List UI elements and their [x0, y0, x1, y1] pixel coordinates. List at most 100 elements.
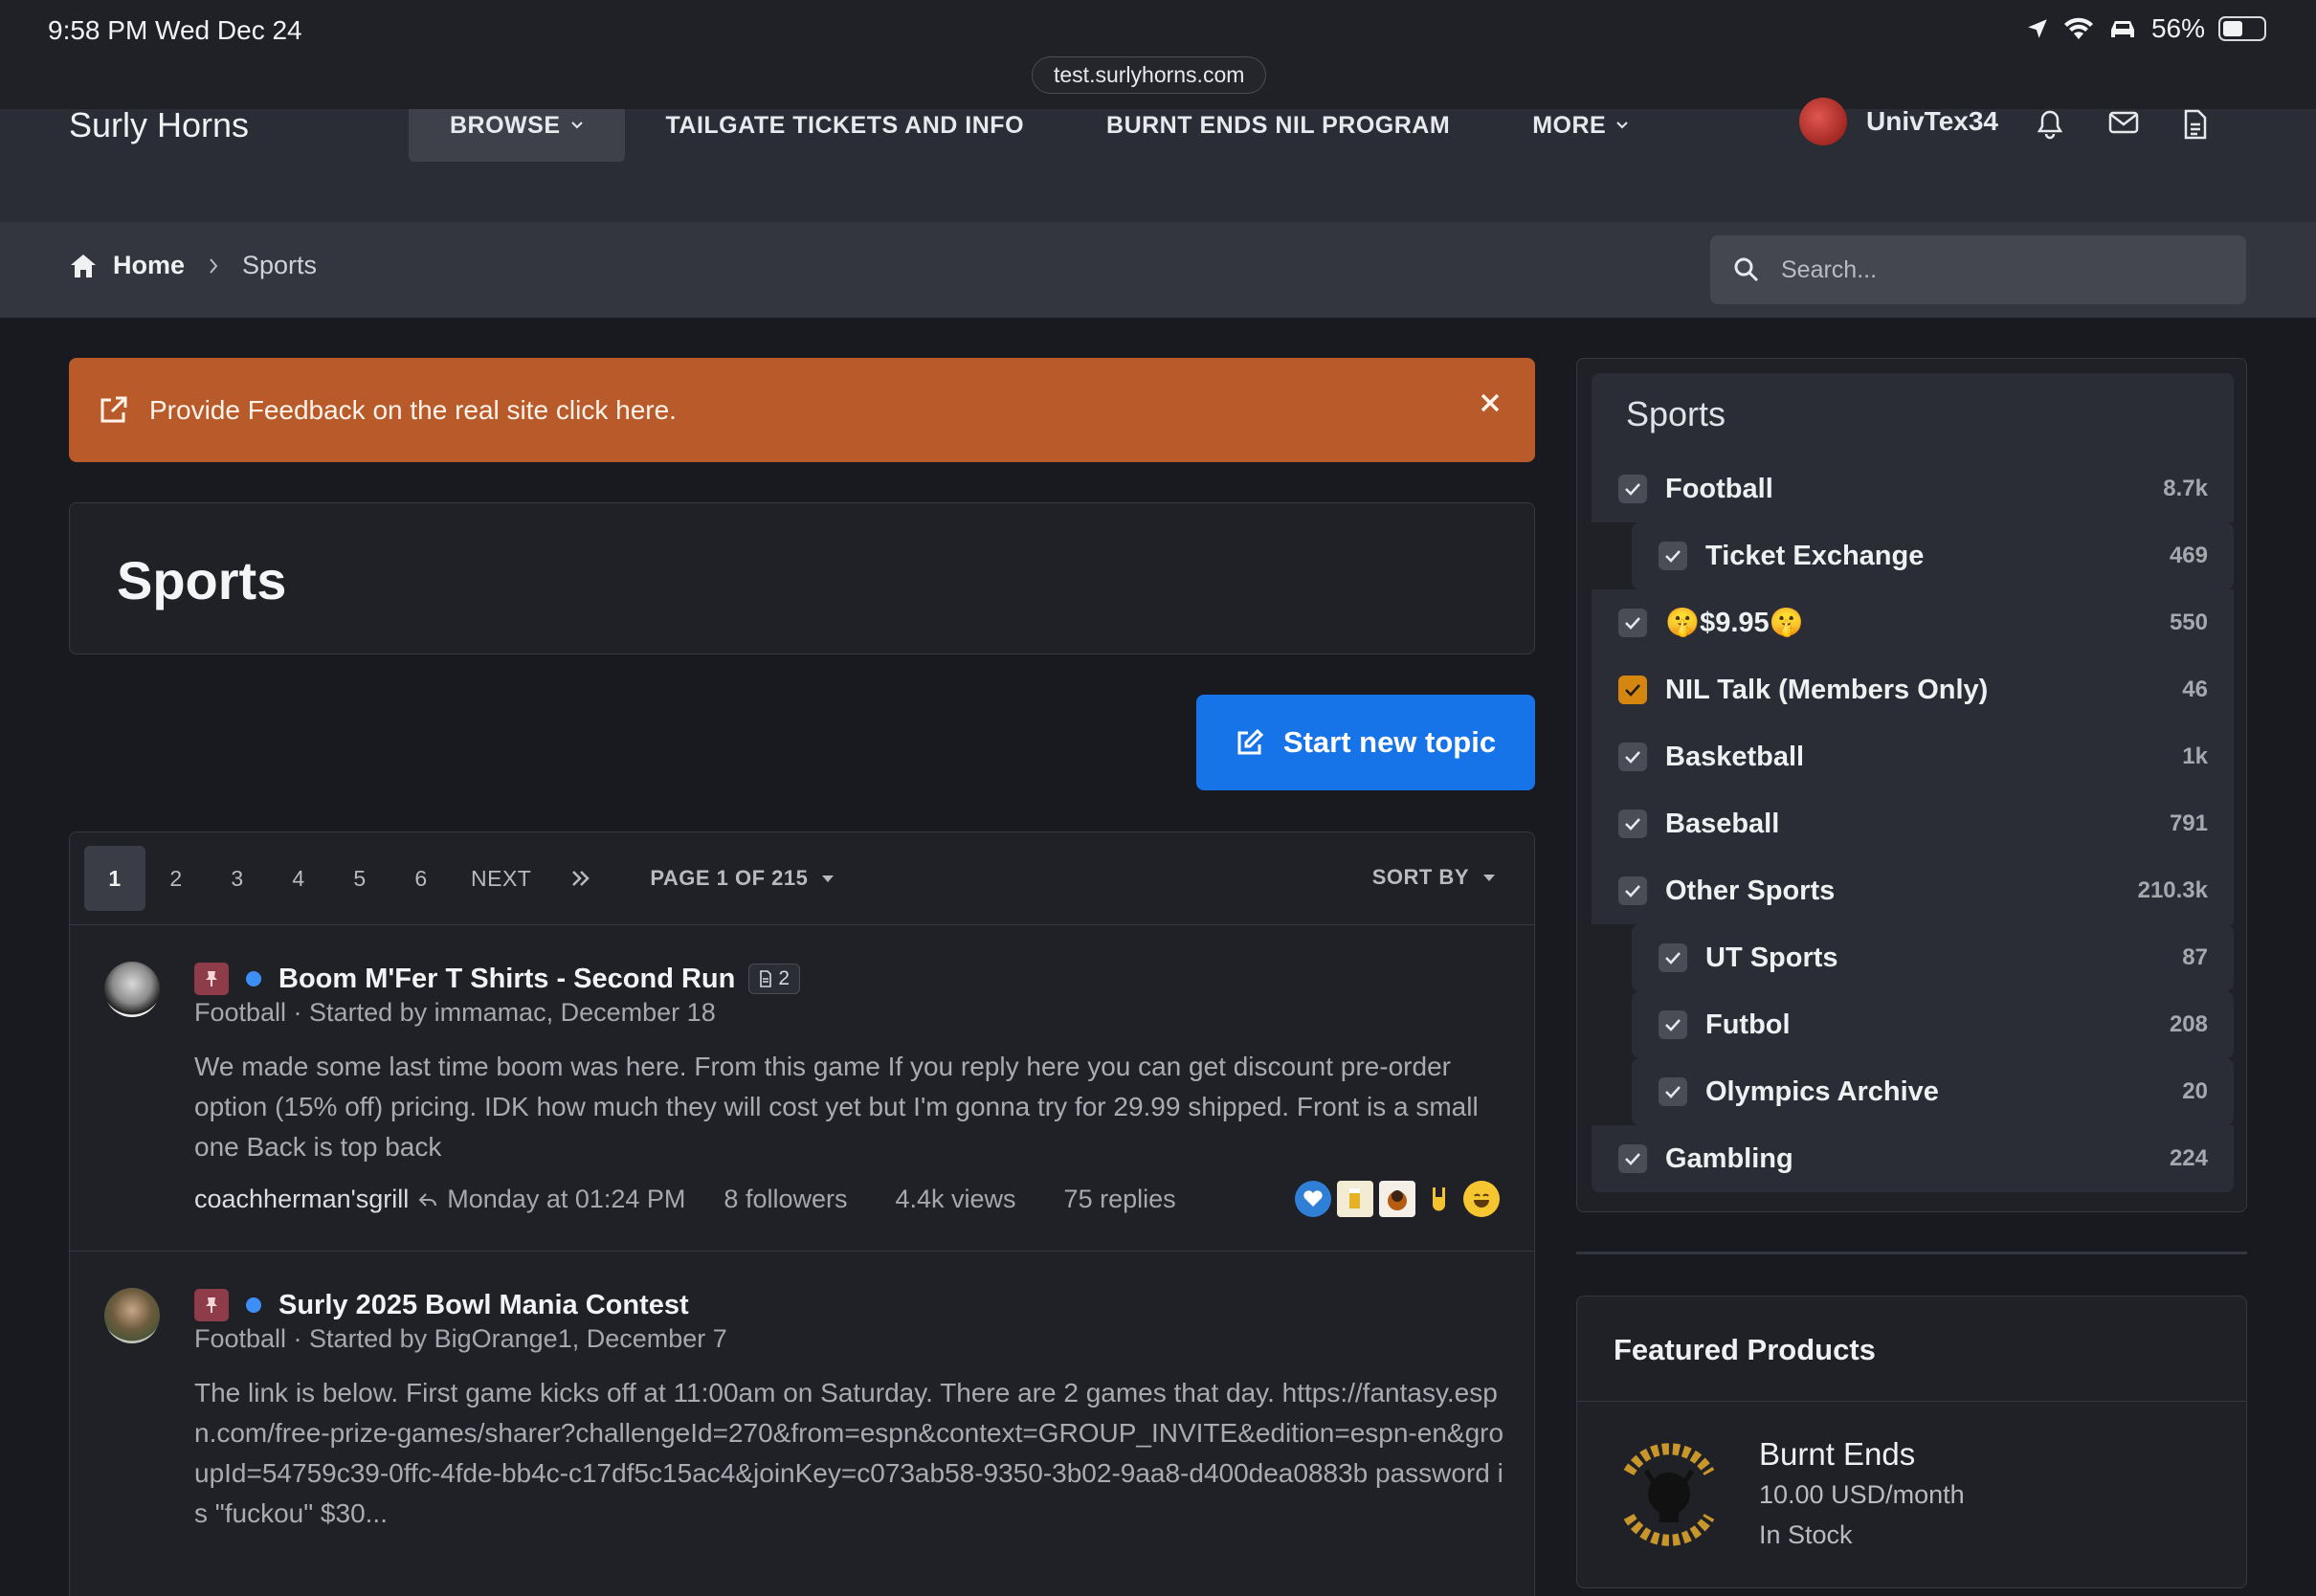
- sidebar-item-995[interactable]: 🤫$9.95🤫 550: [1592, 589, 2234, 656]
- topic-title[interactable]: Boom M'Fer T Shirts - Second Run: [278, 964, 735, 995]
- checkbox[interactable]: [1618, 609, 1647, 637]
- page-title: Sports: [117, 550, 287, 610]
- breadcrumb-home[interactable]: Home: [113, 251, 185, 280]
- avatar[interactable]: [104, 1288, 160, 1343]
- avatar[interactable]: [104, 962, 160, 1017]
- topic-stats: coachherman'sgrill Monday at 01:24 PM 8 …: [194, 1181, 1500, 1217]
- list-item[interactable]: Boom M'Fer T Shirts - Second Run 2 Footb…: [70, 925, 1534, 1252]
- sidebar-item-label: Gambling: [1665, 1142, 1793, 1174]
- feedback-banner[interactable]: Provide Feedback on the real site click …: [69, 358, 1535, 462]
- bell-icon[interactable]: [2036, 109, 2064, 140]
- checkbox[interactable]: [1618, 876, 1647, 905]
- nav-tailgate-label: TAILGATE TICKETS AND INFO: [665, 112, 1025, 139]
- sidebar-item-other-sports[interactable]: Other Sports 210.3k: [1592, 857, 2234, 924]
- nav-more[interactable]: MORE: [1491, 109, 1670, 162]
- attachment-count: 2: [778, 967, 791, 989]
- followers-count: 8 followers: [724, 1185, 848, 1213]
- last-reply-time[interactable]: Monday at 01:24 PM: [447, 1185, 685, 1214]
- topic-list: 1 2 3 4 5 6 NEXT PAGE 1 OF 215 SORT BY B…: [69, 831, 1535, 1596]
- sidebar-item-basketball[interactable]: Basketball 1k: [1592, 723, 2234, 790]
- horns-hand-icon: [1421, 1181, 1458, 1217]
- sidebar-item-label: Futbol: [1705, 1009, 1791, 1040]
- sidebar-item-label: Olympics Archive: [1705, 1075, 1939, 1107]
- caret-down-icon: [821, 874, 835, 883]
- unread-indicator: [246, 1297, 261, 1313]
- sort-by[interactable]: SORT BY: [1372, 865, 1496, 890]
- topic-title[interactable]: Surly 2025 Bowl Mania Contest: [278, 1290, 689, 1321]
- nav-burnt-ends-label: BURNT ENDS NIL PROGRAM: [1106, 112, 1451, 139]
- checkbox[interactable]: [1618, 809, 1647, 838]
- chevron-right-icon: [200, 257, 227, 275]
- sidebar-item-football[interactable]: Football 8.7k: [1592, 455, 2234, 522]
- page-jump[interactable]: PAGE 1 OF 215: [650, 866, 835, 891]
- nav-tailgate[interactable]: TAILGATE TICKETS AND INFO: [625, 109, 1066, 162]
- sidebar-item-ticket-exchange[interactable]: Ticket Exchange 469: [1632, 522, 2234, 589]
- page-3[interactable]: 3: [207, 846, 268, 911]
- category-sidebar: Sports Football 8.7k Ticket Exchange 469…: [1576, 358, 2247, 1212]
- home-icon[interactable]: [69, 253, 98, 279]
- sidebar-item-ut-sports[interactable]: UT Sports 87: [1632, 924, 2234, 991]
- attachment-badge: 2: [748, 964, 801, 994]
- sidebar-item-futbol[interactable]: Futbol 208: [1632, 991, 2234, 1058]
- sidebar-item-label: 🤫$9.95🤫: [1665, 608, 1804, 638]
- user-menu[interactable]: UnivTex34: [1799, 98, 1998, 145]
- status-bar: 9:58 PM Wed Dec 24 test.surlyhorns.com 5…: [0, 0, 2316, 109]
- breadcrumb-current[interactable]: Sports: [242, 251, 317, 280]
- checkbox[interactable]: [1618, 1144, 1647, 1173]
- edit-icon: [1236, 728, 1264, 757]
- sidebar-item-nil-talk[interactable]: NIL Talk (Members Only) 46: [1592, 656, 2234, 723]
- nav-browse[interactable]: BROWSE: [409, 109, 625, 162]
- checkbox[interactable]: [1618, 743, 1647, 771]
- checkbox[interactable]: [1659, 1077, 1687, 1106]
- page-header-card: Sports: [69, 502, 1535, 654]
- last-page-icon[interactable]: [550, 846, 612, 911]
- product-card[interactable]: Burnt Ends 10.00 USD/month In Stock: [1577, 1402, 2246, 1584]
- page-5[interactable]: 5: [329, 846, 390, 911]
- page-1[interactable]: 1: [84, 846, 145, 911]
- sidebar-item-count: 8.7k: [2163, 476, 2208, 501]
- page-2[interactable]: 2: [145, 846, 207, 911]
- checkbox[interactable]: [1659, 542, 1687, 570]
- status-time: 9:58 PM Wed Dec 24: [48, 15, 302, 45]
- checkbox[interactable]: [1618, 475, 1647, 503]
- search-input[interactable]: [1781, 255, 2202, 284]
- wifi-icon: [2063, 16, 2094, 41]
- sidebar-item-gambling[interactable]: Gambling 224: [1592, 1125, 2234, 1192]
- document-icon[interactable]: [2183, 109, 2208, 140]
- unread-indicator: [246, 971, 261, 986]
- mail-icon[interactable]: [2108, 109, 2139, 140]
- last-reply-user[interactable]: coachherman'sgrill: [194, 1185, 409, 1214]
- caret-down-icon: [1482, 873, 1496, 882]
- car-icon: [2107, 16, 2138, 41]
- top-navbar: Surly Horns BROWSE TAILGATE TICKETS AND …: [0, 98, 2316, 222]
- page-next[interactable]: NEXT: [452, 846, 550, 911]
- product-name[interactable]: Burnt Ends: [1759, 1436, 1915, 1473]
- chevron-down-icon: [570, 109, 584, 162]
- sidebar-item-count: 87: [2182, 944, 2208, 970]
- page-of-label: PAGE 1 OF 215: [650, 866, 809, 890]
- sidebar-title: Sports: [1592, 373, 2234, 455]
- start-new-topic-button[interactable]: Start new topic: [1196, 695, 1535, 790]
- sidebar-item-count: 46: [2182, 676, 2208, 702]
- location-icon: [2025, 16, 2050, 41]
- list-item[interactable]: Surly 2025 Bowl Mania Contest Football ·…: [70, 1252, 1534, 1570]
- topic-excerpt: We made some last time boom was here. Fr…: [194, 1052, 1479, 1162]
- pagination: 1 2 3 4 5 6 NEXT PAGE 1 OF 215 SORT BY: [70, 832, 1534, 925]
- checkbox[interactable]: [1659, 943, 1687, 972]
- nav-burnt-ends[interactable]: BURNT ENDS NIL PROGRAM: [1065, 109, 1491, 162]
- page-4[interactable]: 4: [268, 846, 329, 911]
- checkbox[interactable]: [1618, 676, 1647, 704]
- page-6[interactable]: 6: [390, 846, 452, 911]
- document-icon: [759, 970, 772, 987]
- reactions: [1295, 1181, 1500, 1217]
- sidebar-item-baseball[interactable]: Baseball 791: [1592, 790, 2234, 857]
- sidebar-item-olympics-archive[interactable]: Olympics Archive 20: [1632, 1058, 2234, 1125]
- close-icon[interactable]: [1480, 392, 1501, 413]
- pin-icon: [194, 963, 229, 995]
- search-box: [1710, 235, 2246, 304]
- checkbox[interactable]: [1659, 1010, 1687, 1039]
- url-bar[interactable]: test.surlyhorns.com: [1032, 56, 1267, 94]
- site-brand[interactable]: Surly Horns: [69, 108, 249, 143]
- sidebar-item-count: 1k: [2182, 743, 2208, 769]
- reply-arrow-icon: [418, 1192, 437, 1208]
